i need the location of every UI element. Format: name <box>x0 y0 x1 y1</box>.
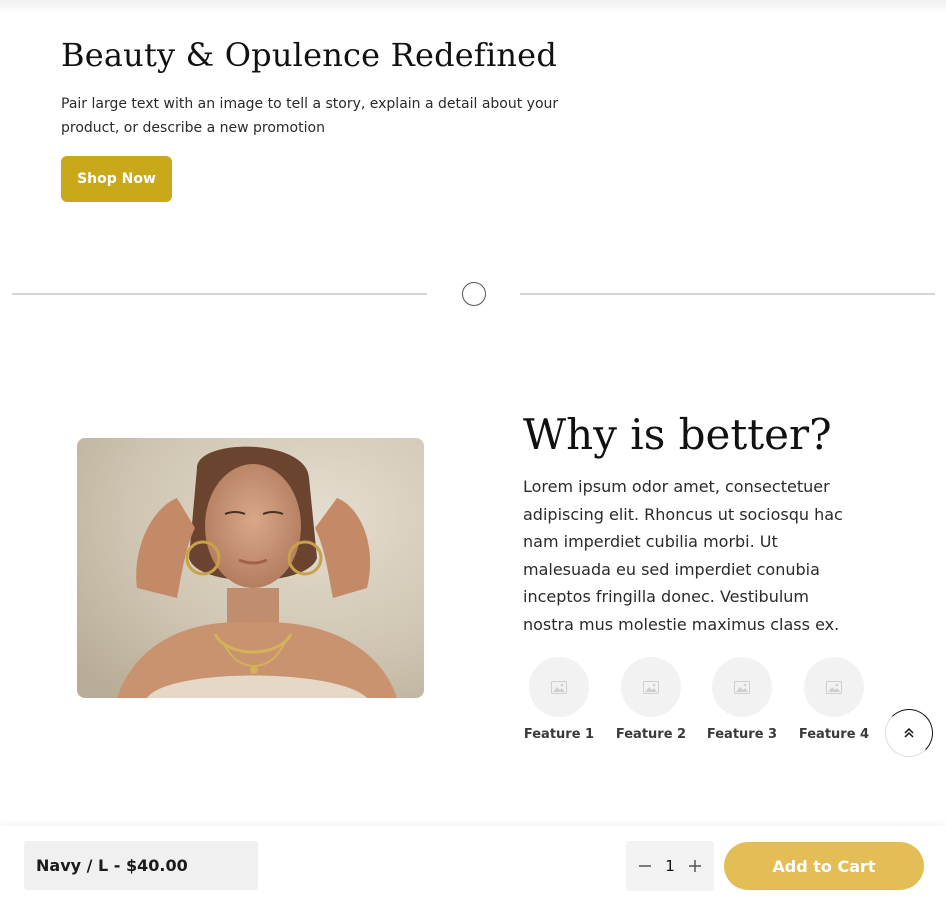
plus-icon <box>688 860 701 872</box>
increase-quantity-button[interactable] <box>684 855 706 877</box>
feature-label: Feature 3 <box>706 727 778 742</box>
sticky-add-to-cart-bar: Navy / L - $40.00 1 Add to Cart <box>0 826 946 897</box>
feature-label: Feature 4 <box>798 727 870 742</box>
feature-item: Feature 3 <box>702 657 782 742</box>
feature-label: Feature 1 <box>523 727 595 742</box>
double-chevron-up-icon <box>904 727 914 738</box>
why-title: Why is better? <box>523 410 832 459</box>
variant-select[interactable]: Navy / L - $40.00 <box>24 841 258 890</box>
feature-item: Feature 4 <box>794 657 874 742</box>
scroll-to-top-button[interactable] <box>885 709 933 757</box>
shop-now-button[interactable]: Shop Now <box>61 156 172 202</box>
hero-title: Beauty & Opulence Redefined <box>61 36 558 74</box>
feature-item: Feature 2 <box>611 657 691 742</box>
image-placeholder-icon <box>529 657 589 717</box>
quantity-stepper: 1 <box>626 841 714 891</box>
model-jewelry-photo <box>77 438 424 698</box>
feature-label: Feature 2 <box>615 727 687 742</box>
feature-item: Feature 1 <box>519 657 599 742</box>
why-description: Lorem ipsum odor amet, consectetuer adip… <box>523 477 843 634</box>
image-placeholder-icon <box>621 657 681 717</box>
add-to-cart-button[interactable]: Add to Cart <box>724 842 924 890</box>
header-shadow <box>0 0 946 14</box>
image-placeholder-icon <box>712 657 772 717</box>
hero-description: Pair large text with an image to tell a … <box>61 96 559 136</box>
divider-right <box>520 293 935 295</box>
quantity-input[interactable]: 1 <box>665 857 675 875</box>
divider-left <box>12 293 427 295</box>
divider-circle-icon <box>462 282 486 306</box>
image-placeholder-icon <box>804 657 864 717</box>
minus-icon <box>639 865 651 867</box>
decrease-quantity-button[interactable] <box>634 855 656 877</box>
